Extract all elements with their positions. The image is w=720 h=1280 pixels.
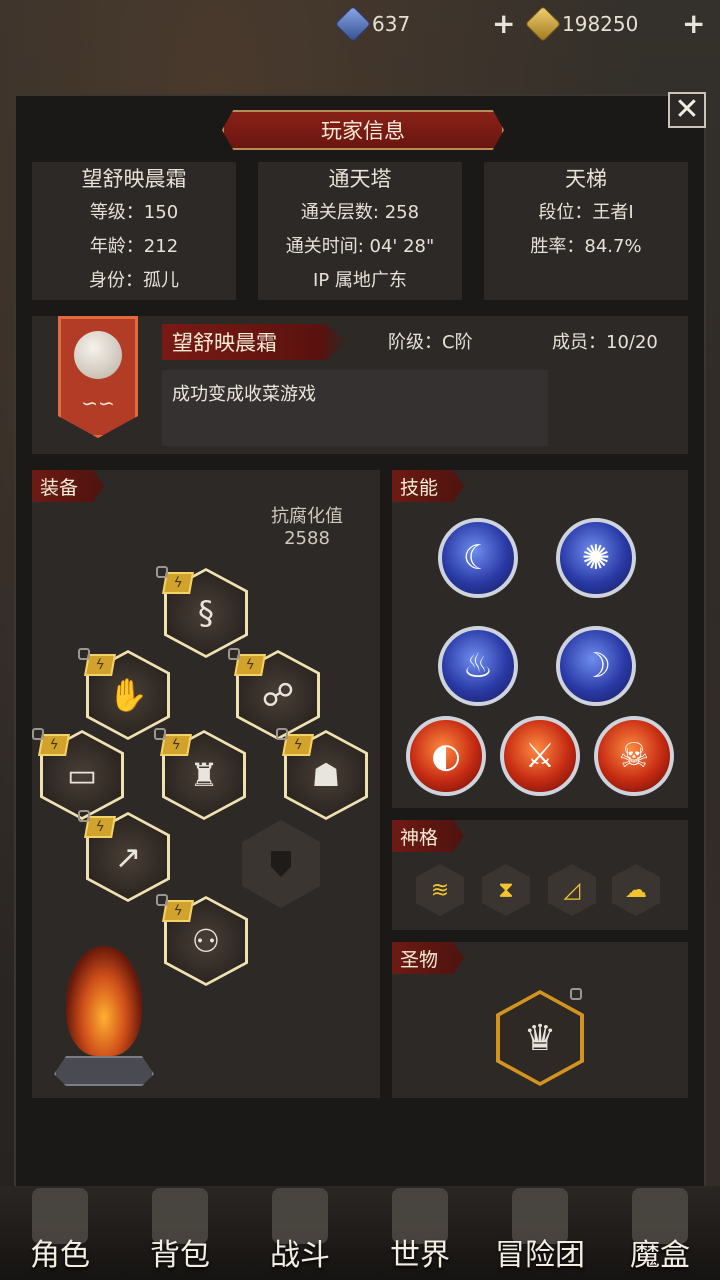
ladder-title: 天梯: [565, 167, 607, 191]
ladder-rank: 段位：王者I: [538, 202, 634, 223]
lock-icon: [78, 648, 90, 660]
tower-time: 通关时间: 04' 28": [285, 236, 435, 257]
lock-icon: [228, 648, 240, 660]
nav-label: 世界: [390, 1238, 450, 1273]
nav-tab[interactable]: 背包: [120, 1186, 240, 1280]
guild-rank: 阶级：C阶: [388, 332, 473, 353]
guild-name: 望舒映晨霜: [162, 324, 348, 360]
add-gems-button[interactable]: +: [492, 10, 515, 38]
bottom-nav: 角色 背包 战斗 世界 冒险团 魔盒: [0, 1186, 720, 1280]
add-gold-button[interactable]: +: [682, 10, 705, 38]
fire-icon: [66, 946, 142, 1056]
shield-icon: [271, 851, 291, 877]
guild-panel[interactable]: ∽∽ 望舒映晨霜 阶级：C阶 成员：10/20 成功变成收菜游戏: [32, 316, 688, 454]
guild-members: 成员：10/20: [552, 332, 658, 353]
nav-label: 魔盒: [630, 1238, 690, 1273]
player-age: 年龄：212: [89, 236, 179, 257]
brazier-basin: [54, 1056, 154, 1086]
tower-title: 通天塔: [328, 167, 392, 191]
ladder-card: 天梯 段位：王者I 胜率：84.7%: [484, 162, 688, 300]
relic-tag: 圣物: [392, 942, 465, 974]
hourglass-icon: ⧗: [498, 877, 514, 903]
nav-tab[interactable]: 战斗: [240, 1186, 360, 1280]
sun-orb-skill-icon[interactable]: ✺: [556, 518, 636, 598]
nav-tab[interactable]: 角色: [0, 1186, 120, 1280]
crown-icon: ♛: [500, 994, 580, 1082]
crescent-skill-icon[interactable]: ☾: [438, 518, 518, 598]
tower-ip: IP 属地广东: [313, 270, 407, 291]
moon-slash-skill-icon[interactable]: ☽: [556, 626, 636, 706]
lock-icon: [276, 728, 288, 740]
guild-banner: ∽∽: [58, 316, 138, 438]
lock-icon: [156, 894, 168, 906]
resist-value: 2588: [284, 528, 330, 549]
nav-tab[interactable]: 世界: [360, 1186, 480, 1280]
guild-motto: 成功变成收菜游戏: [162, 370, 548, 446]
gold-amount: 198250: [562, 12, 639, 36]
horn-icon: ◿: [563, 877, 581, 903]
ladder-winrate: 胜率：84.7%: [530, 236, 642, 257]
blue-crystal-icon: [334, 5, 372, 43]
lock-icon: [78, 810, 90, 822]
lock-icon: [156, 566, 168, 578]
equipment-tag: 装备: [32, 470, 105, 502]
resist-display: 抗腐化值 2588: [252, 506, 362, 550]
gem-currency: 637 +: [334, 5, 515, 43]
divinity-tag: 神格: [392, 820, 465, 852]
fire-crescent-skill-icon[interactable]: ◐: [406, 716, 486, 796]
lightning-waves-icon: ≋: [430, 877, 450, 903]
nav-label: 背包: [150, 1238, 210, 1273]
resist-label: 抗腐化值: [271, 506, 343, 527]
lock-icon: [570, 988, 582, 1000]
player-identity: 身份：孤儿: [89, 270, 179, 291]
dialog-title: 玩家信息: [222, 110, 504, 150]
fire-sword-skill-icon[interactable]: ⚔: [500, 716, 580, 796]
gem-amount: 637: [372, 12, 411, 36]
gold-ingot-icon: [524, 5, 562, 43]
close-button[interactable]: ✕: [668, 92, 706, 128]
nav-label: 战斗: [270, 1238, 330, 1273]
skills-tag: 技能: [392, 470, 465, 502]
nav-tab[interactable]: 冒险团: [480, 1186, 600, 1280]
nav-tab[interactable]: 魔盒: [600, 1186, 720, 1280]
tower-floors: 通关层数: 258: [300, 202, 420, 223]
player-name: 望舒映晨霜: [81, 167, 187, 191]
gold-currency: 198250 +: [524, 5, 705, 43]
lock-icon: [32, 728, 44, 740]
curl-ornament-icon: ∽∽: [81, 391, 115, 415]
blue-flame-skill-icon[interactable]: ♨: [438, 626, 518, 706]
player-card: 望舒映晨霜 等级：150 年龄：212 身份：孤儿: [32, 162, 236, 300]
guild-emblem-icon: [74, 331, 122, 379]
demon-mask-skill-icon[interactable]: ☠: [594, 716, 674, 796]
player-level: 等级：150: [89, 202, 179, 223]
nav-label: 角色: [30, 1238, 90, 1273]
tower-card: 通天塔 通关层数: 258 通关时间: 04' 28" IP 属地广东: [258, 162, 462, 300]
nav-label: 冒险团: [495, 1238, 585, 1273]
lock-icon: [154, 728, 166, 740]
currency-bar: 637 + 198250 +: [0, 0, 720, 48]
brazier-decoration: [54, 946, 154, 1088]
ghost-icon: ☁: [625, 877, 647, 903]
